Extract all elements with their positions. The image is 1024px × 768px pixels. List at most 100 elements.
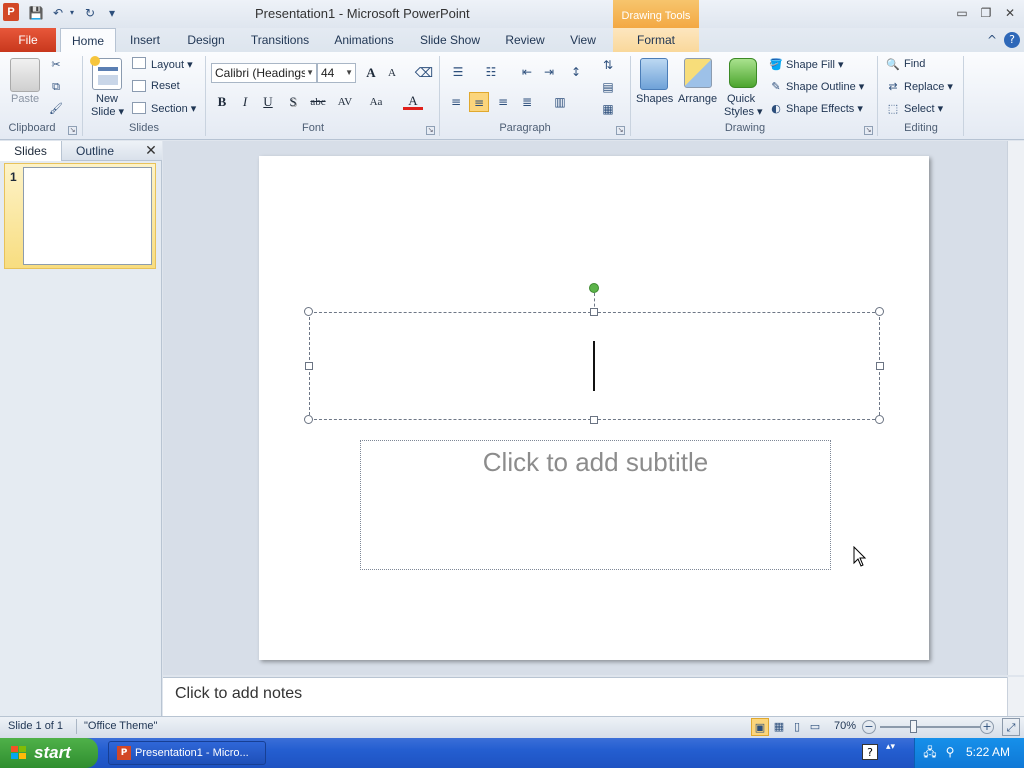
slide-show-view-icon[interactable]: ▭: [806, 718, 824, 736]
reset-icon[interactable]: [132, 80, 146, 92]
line-spacing-icon[interactable]: ↕: [566, 62, 586, 82]
tab-transitions[interactable]: Transitions: [246, 28, 314, 52]
resize-handle-right[interactable]: [876, 362, 884, 370]
grow-font-icon[interactable]: A: [361, 63, 381, 83]
font-size-combo[interactable]: 44 ▼: [317, 63, 356, 83]
text-shadow-button[interactable]: S: [283, 92, 303, 112]
reading-view-icon[interactable]: ▯: [788, 718, 806, 736]
shape-fill-button[interactable]: Shape Fill ▾: [786, 58, 844, 71]
replace-icon[interactable]: ⇄: [885, 79, 901, 95]
close-pane-icon[interactable]: ✕: [143, 142, 159, 160]
resize-handle-bottom-right[interactable]: [875, 415, 884, 424]
resize-handle-bottom[interactable]: [590, 416, 598, 424]
minimize-ribbon-icon[interactable]: ^: [984, 32, 1000, 48]
layout-icon[interactable]: [132, 57, 146, 69]
tab-format[interactable]: Format: [613, 28, 699, 52]
slide-thumbnail[interactable]: [23, 167, 152, 265]
new-slide-label-line2[interactable]: Slide ▾: [91, 105, 124, 118]
change-case-button[interactable]: Aa: [364, 92, 388, 112]
notes-scrollbar[interactable]: [1007, 677, 1024, 716]
paragraph-launcher-icon[interactable]: ↘: [616, 126, 625, 135]
justify-icon[interactable]: ≣: [517, 92, 537, 112]
font-color-button[interactable]: A: [403, 92, 423, 110]
layout-button[interactable]: Layout ▾: [151, 58, 193, 71]
shape-effects-button[interactable]: Shape Effects ▾: [786, 102, 863, 115]
font-size-dropdown-icon[interactable]: ▼: [345, 64, 353, 82]
shapes-icon[interactable]: [640, 58, 668, 90]
paste-button-label[interactable]: Paste: [11, 93, 39, 105]
zoom-slider-track[interactable]: [880, 726, 980, 728]
italic-button[interactable]: I: [235, 92, 255, 112]
tab-outline[interactable]: Outline: [62, 141, 128, 161]
resize-handle-left[interactable]: [305, 362, 313, 370]
increase-indent-icon[interactable]: ⇥: [539, 62, 559, 82]
clipboard-launcher-icon[interactable]: ↘: [68, 126, 77, 135]
tab-home[interactable]: Home: [60, 28, 116, 52]
zoom-in-button[interactable]: +: [980, 720, 994, 734]
tab-slides[interactable]: Slides: [0, 141, 62, 161]
help-icon[interactable]: ?: [1004, 32, 1020, 48]
resize-handle-bottom-left[interactable]: [304, 415, 313, 424]
rotate-handle[interactable]: [589, 283, 599, 293]
reset-button[interactable]: Reset: [151, 80, 180, 92]
restore-button[interactable]: ❐: [976, 4, 996, 22]
quick-styles-button[interactable]: Quick: [727, 93, 755, 105]
section-button[interactable]: Section ▾: [151, 102, 196, 115]
align-text-icon[interactable]: ▤: [598, 77, 618, 97]
find-button[interactable]: Find: [904, 58, 925, 70]
quick-styles-button-line2[interactable]: Styles ▾: [724, 105, 763, 118]
undo-dropdown-icon[interactable]: ▾: [64, 5, 80, 21]
bullets-icon[interactable]: ☰: [448, 62, 468, 82]
fit-slide-icon[interactable]: ⤢: [1002, 718, 1020, 736]
format-painter-icon[interactable]: 🖌: [48, 101, 64, 117]
align-right-icon[interactable]: ≡: [493, 92, 513, 112]
find-icon[interactable]: 🔍: [885, 57, 901, 73]
decrease-indent-icon[interactable]: ⇤: [517, 62, 537, 82]
taskbar-task-powerpoint[interactable]: Presentation1 - Micro...: [108, 741, 266, 765]
character-spacing-button[interactable]: AV: [333, 92, 357, 112]
arrange-button[interactable]: Arrange: [678, 93, 717, 105]
section-icon[interactable]: [132, 102, 146, 114]
quick-styles-icon[interactable]: [729, 58, 757, 88]
shape-effects-icon[interactable]: ◐: [768, 101, 784, 117]
select-icon[interactable]: ⬚: [885, 101, 901, 117]
new-slide-label[interactable]: New: [96, 93, 118, 105]
paste-icon[interactable]: [10, 58, 40, 92]
select-button[interactable]: Select ▾: [904, 102, 943, 115]
drawing-launcher-icon[interactable]: ↘: [864, 126, 873, 135]
text-direction-icon[interactable]: ⇅: [598, 55, 618, 75]
vertical-scrollbar[interactable]: [1007, 141, 1024, 675]
columns-icon[interactable]: ▥: [550, 92, 570, 112]
close-button[interactable]: ✕: [1000, 4, 1020, 22]
zoom-slider-thumb[interactable]: [910, 720, 918, 733]
arrange-icon[interactable]: [684, 58, 712, 88]
align-center-icon[interactable]: ≡: [469, 92, 489, 112]
normal-view-icon[interactable]: ▣: [751, 718, 769, 736]
shapes-button[interactable]: Shapes: [636, 93, 673, 105]
font-launcher-icon[interactable]: ↘: [426, 126, 435, 135]
minimize-button[interactable]: ▭: [952, 4, 972, 22]
replace-button[interactable]: Replace ▾: [904, 80, 953, 93]
underline-button[interactable]: U: [258, 92, 278, 112]
tab-slide-show[interactable]: Slide Show: [414, 28, 486, 52]
slide-sorter-view-icon[interactable]: ▦: [770, 718, 788, 736]
zoom-level[interactable]: 70%: [834, 720, 856, 732]
shrink-font-icon[interactable]: A: [382, 63, 402, 83]
customize-quick-access-icon[interactable]: ▾: [104, 5, 120, 21]
taskbar-clock[interactable]: 5:22 AM: [966, 745, 1010, 759]
copy-icon[interactable]: ⧉: [48, 79, 64, 95]
tab-review[interactable]: Review: [500, 28, 550, 52]
align-left-icon[interactable]: ≡: [446, 92, 466, 112]
shape-fill-icon[interactable]: 🪣: [768, 57, 784, 73]
toolbar-arrows-icon[interactable]: ▴▾: [886, 742, 896, 762]
cut-icon[interactable]: ✂: [48, 57, 64, 73]
network-tray-icon[interactable]: 🖧: [922, 744, 938, 760]
clear-formatting-icon[interactable]: ⌫: [414, 63, 434, 83]
zoom-out-button[interactable]: −: [862, 720, 876, 734]
tab-file[interactable]: File: [0, 28, 56, 52]
shape-outline-button[interactable]: Shape Outline ▾: [786, 80, 864, 93]
resize-handle-top-right[interactable]: [875, 307, 884, 316]
resize-handle-top-left[interactable]: [304, 307, 313, 316]
strikethrough-button[interactable]: abc: [306, 92, 330, 112]
search-tray-icon[interactable]: ⚲: [942, 744, 958, 760]
